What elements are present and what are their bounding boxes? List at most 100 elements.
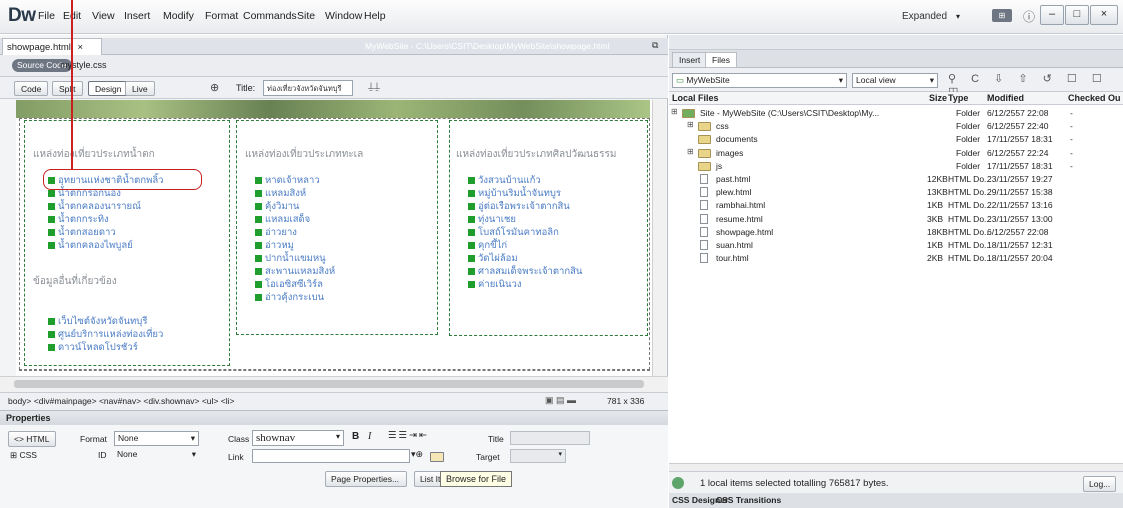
- list-item-link[interactable]: ดาวน์โหลดโปรชัวร์: [48, 341, 163, 354]
- tab-files[interactable]: Files: [705, 52, 737, 67]
- device-icons[interactable]: ▣ ▤ ▬: [545, 395, 576, 406]
- list-item-link[interactable]: วัดไผ่ล้อม: [468, 252, 582, 265]
- col-type[interactable]: Type: [948, 93, 968, 103]
- expand-icon[interactable]: ⊞: [687, 120, 694, 129]
- menu-insert[interactable]: Insert: [124, 10, 150, 22]
- list-item-link[interactable]: ค่ายเนินวง: [468, 278, 582, 291]
- expand-icon[interactable]: ⊞: [671, 107, 678, 116]
- maximize-button[interactable]: □: [1065, 5, 1089, 25]
- menu-site[interactable]: Site: [297, 10, 315, 22]
- col-modified[interactable]: Modified: [987, 93, 1024, 103]
- list-item-link[interactable]: วังสวนบ้านแก้ว: [468, 174, 582, 187]
- col-size[interactable]: Size: [929, 93, 947, 103]
- list-item-link[interactable]: อู่ต่อเรือพระเจ้าตากสิน: [468, 200, 582, 213]
- extensions-icon[interactable]: ⊞: [992, 9, 1012, 22]
- menu-file[interactable]: File: [38, 10, 55, 22]
- expand-icon[interactable]: ⊞: [687, 147, 694, 156]
- scroll-thumb[interactable]: [14, 380, 644, 388]
- vertical-scrollbar[interactable]: [652, 100, 666, 376]
- minimize-button[interactable]: –: [1040, 5, 1064, 25]
- list-item-link[interactable]: หาดเจ้าหลาว: [255, 174, 335, 187]
- file-row[interactable]: plew.html 13KB HTML Do... 29/11/2557 15:38: [672, 186, 1122, 199]
- list-buttons[interactable]: ☰☰⇥⇤: [388, 430, 429, 441]
- menu-help[interactable]: Help: [364, 10, 386, 22]
- list-item-link[interactable]: สะพานแหลมสิงห์: [255, 265, 335, 278]
- related-file-mystyle[interactable]: mystyle.css: [60, 60, 107, 70]
- menu-format[interactable]: Format: [205, 10, 238, 22]
- tab-css-transitions[interactable]: CSS Transitions: [716, 495, 781, 505]
- close-button[interactable]: ×: [1090, 5, 1118, 25]
- tab-showpage[interactable]: showpage.html ×: [2, 38, 102, 55]
- link-input[interactable]: [252, 449, 410, 463]
- menu-modify[interactable]: Modify: [163, 10, 194, 22]
- html-mode-button[interactable]: <> HTML: [8, 431, 56, 447]
- file-row[interactable]: past.html 12KB HTML Do... 23/11/2557 19:27: [672, 173, 1122, 186]
- list-item-link[interactable]: แหลมสิงห์: [255, 187, 335, 200]
- bold-button[interactable]: B: [352, 431, 359, 442]
- title-input[interactable]: ท่องเที่ยวจังหวัดจันทบุรี: [263, 80, 353, 96]
- list-item-link[interactable]: ศาลสมเด็จพระเจ้าตากสิน: [468, 265, 582, 278]
- file-row[interactable]: tour.html 2KB HTML Do... 18/11/2557 20:04: [672, 252, 1122, 265]
- validate-icon[interactable]: ⍊⍊: [368, 81, 380, 92]
- id-select[interactable]: None ▾: [114, 448, 199, 461]
- close-icon[interactable]: ×: [78, 42, 84, 53]
- target-select[interactable]: ▾: [510, 449, 566, 463]
- view-code-button[interactable]: Code: [14, 81, 49, 96]
- list-item-link[interactable]: คุ้งวิมาน: [255, 200, 335, 213]
- properties-header[interactable]: Properties: [0, 410, 668, 425]
- css-mode-button[interactable]: ⊞ CSS: [10, 450, 37, 461]
- list-item-link[interactable]: อ่าวคุ้งกระเบน: [255, 291, 335, 304]
- list-item-link[interactable]: น้ำตกคลองไพบูลย์: [48, 239, 164, 252]
- list-item-link[interactable]: โอเอซิสซีเวิร์ล: [255, 278, 335, 291]
- menu-commands[interactable]: Commands: [243, 10, 297, 22]
- file-row[interactable]: ⊞ css Folder 6/12/2557 22:40 -: [672, 120, 1122, 133]
- tag-path[interactable]: body> <div#mainpage> <nav#nav> <div.show…: [8, 396, 234, 406]
- file-row[interactable]: js Folder 17/11/2557 18:31 -: [672, 160, 1122, 173]
- point-to-file-icon[interactable]: ▾⊕: [411, 449, 423, 460]
- view-design-button[interactable]: Design: [88, 81, 129, 96]
- list-item-link[interactable]: น้ำตกสอยดาว: [48, 226, 164, 239]
- list-item-link[interactable]: น้ำตกกระทิง: [48, 213, 164, 226]
- list-item-link[interactable]: น้ำตกคลองนารายณ์: [48, 200, 164, 213]
- globe-icon[interactable]: ⊕: [210, 81, 219, 94]
- file-row[interactable]: resume.html 3KB HTML Do... 23/11/2557 13:00: [672, 213, 1122, 226]
- file-row[interactable]: showpage.html 18KB HTML Do... 6/12/2557 22:…: [672, 226, 1122, 239]
- list-item-link[interactable]: ปากน้ำแขมหนู: [255, 252, 335, 265]
- view-live-button[interactable]: Live: [125, 81, 155, 96]
- folder-icon[interactable]: [430, 452, 444, 462]
- list-item-link[interactable]: แหลมเสด็จ: [255, 213, 335, 226]
- file-row[interactable]: suan.html 1KB HTML Do... 18/11/2557 12:31: [672, 239, 1122, 252]
- list-item-link[interactable]: คุกขี้ไก่: [468, 239, 582, 252]
- format-select[interactable]: None ▾: [114, 431, 199, 446]
- panel-tabs: [669, 50, 1123, 68]
- title-prop-input[interactable]: [510, 431, 590, 445]
- list-item-link[interactable]: อ่าวหมู: [255, 239, 335, 252]
- col-local-files[interactable]: Local Files: [672, 93, 719, 103]
- italic-button[interactable]: I: [368, 431, 371, 442]
- menu-window[interactable]: Window: [325, 10, 362, 22]
- window-size[interactable]: 781 x 336: [607, 396, 644, 406]
- col-checked-out[interactable]: Checked Ou: [1068, 93, 1121, 103]
- file-row[interactable]: ⊞ Site - MyWebSite (C:\Users\CSIT\Desktop…: [671, 107, 1122, 120]
- list-item-link[interactable]: ทุ่งนาเชย: [468, 213, 582, 226]
- list-item-link[interactable]: โบสถ์โรมันคาทอลิก: [468, 226, 582, 239]
- list-item-link[interactable]: เว็บไซต์จังหวัดจันทบุรี: [48, 315, 163, 328]
- list-item-link[interactable]: หมู่บ้านริมน้ำจันทบูร: [468, 187, 582, 200]
- file-row[interactable]: rambhai.html 1KB HTML Do... 22/11/2557 13:1…: [672, 199, 1122, 212]
- tab-insert[interactable]: Insert: [672, 52, 708, 67]
- page-properties-button[interactable]: Page Properties...: [325, 471, 407, 487]
- site-select[interactable]: ▭ MyWebSite ▾: [672, 73, 847, 88]
- view-split-button[interactable]: Split: [52, 81, 83, 96]
- class-select[interactable]: shownav ▾: [252, 430, 344, 446]
- view-select[interactable]: Local view ▾: [852, 73, 938, 88]
- log-button[interactable]: Log...: [1083, 476, 1117, 492]
- file-row[interactable]: documents Folder 17/11/2557 18:31 -: [672, 133, 1122, 146]
- list-item-link[interactable]: อ่าวยาง: [255, 226, 335, 239]
- list-item-link[interactable]: ศูนย์บริการแหล่งท่องเที่ยว: [48, 328, 163, 341]
- file-type: HTML Do...: [948, 253, 992, 264]
- menu-view[interactable]: View: [92, 10, 115, 22]
- restore-icon[interactable]: ⧉: [652, 40, 658, 51]
- file-row[interactable]: ⊞ images Folder 6/12/2557 22:24 -: [672, 147, 1122, 160]
- help-icon[interactable]: ⓘ: [1023, 8, 1035, 25]
- workspace-switcher[interactable]: Expanded: [902, 11, 947, 22]
